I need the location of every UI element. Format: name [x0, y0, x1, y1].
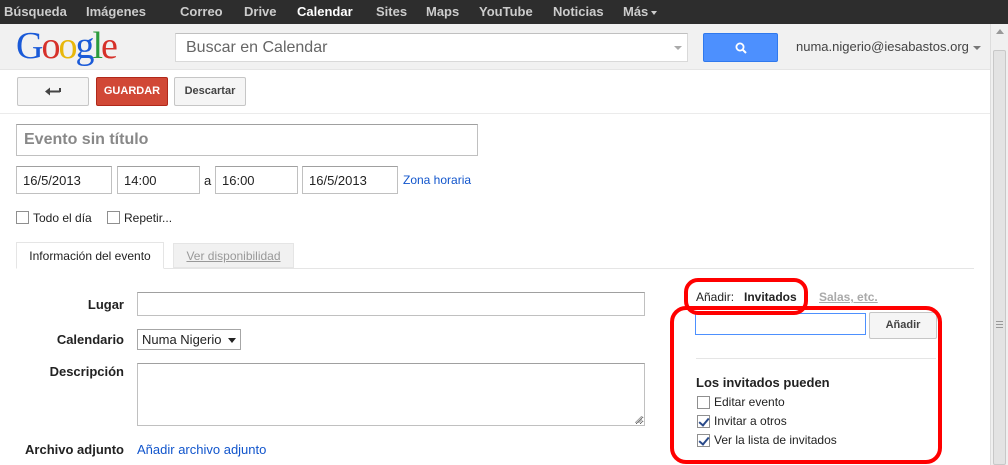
all-day-checkbox[interactable] [16, 211, 29, 224]
start-date-input[interactable] [17, 167, 111, 193]
grip-icon [996, 321, 1003, 328]
logo-letter: l [92, 25, 102, 67]
end-time-input[interactable] [216, 167, 297, 193]
calendar-select-value: Numa Nigerio [142, 332, 222, 347]
top-nav-bar: Búsqueda Imágenes Correo Drive Calendar … [0, 0, 1008, 24]
scrollbar-thumb[interactable] [993, 50, 1006, 465]
location-label: Lugar [87, 297, 124, 312]
logo-letter: o [41, 25, 60, 67]
toolbar: GUARDAR Descartar [0, 70, 990, 114]
invite-others-checkbox[interactable] [697, 415, 710, 428]
timezone-link[interactable]: Zona horaria [403, 173, 471, 187]
nav-item-mail[interactable]: Correo [180, 4, 223, 19]
view-guest-list-label: Ver la lista de invitados [714, 433, 837, 447]
arrow-left-icon [45, 87, 61, 96]
google-logo[interactable]: Google [16, 25, 118, 67]
guests-tab[interactable]: Invitados [744, 290, 797, 304]
nav-item-sites[interactable]: Sites [376, 4, 407, 19]
calendar-label: Calendario [56, 332, 124, 347]
logo-letter: e [101, 25, 118, 67]
view-guest-list-checkbox[interactable] [697, 434, 710, 447]
nav-item-news[interactable]: Noticias [553, 4, 604, 19]
add-guest-button[interactable]: Añadir [869, 312, 937, 339]
logo-letter: o [58, 25, 77, 67]
back-button[interactable] [17, 77, 89, 106]
event-title-input[interactable] [17, 125, 477, 155]
end-date-field [302, 166, 398, 194]
header: Google numa.nigerio@iesabastos.org [0, 24, 1008, 70]
account-email: numa.nigerio@iesabastos.org [796, 39, 969, 54]
end-time-field [215, 166, 298, 194]
add-label: Añadir: [696, 290, 735, 304]
chevron-down-icon[interactable] [674, 46, 682, 50]
description-field [137, 363, 645, 426]
repeat-label: Repetir... [124, 211, 173, 225]
nav-item-search[interactable]: Búsqueda [4, 4, 67, 19]
nav-item-drive[interactable]: Drive [244, 4, 277, 19]
nav-item-more[interactable]: Más [623, 4, 658, 19]
tab-event-info[interactable]: Información del evento [16, 242, 164, 269]
nav-item-maps[interactable]: Maps [426, 4, 459, 19]
start-time-input[interactable] [118, 167, 199, 193]
logo-letter: g [75, 25, 94, 67]
save-button[interactable]: GUARDAR [96, 77, 168, 106]
search-box [175, 33, 688, 62]
nav-item-images[interactable]: Imágenes [86, 4, 146, 19]
account-menu[interactable]: numa.nigerio@iesabastos.org [796, 39, 981, 54]
discard-button[interactable]: Descartar [174, 77, 246, 106]
calendar-select[interactable]: Numa Nigerio [137, 329, 241, 350]
logo-letter: G [16, 25, 43, 67]
rooms-tab[interactable]: Salas, etc. [819, 290, 878, 304]
end-date-input[interactable] [303, 167, 397, 193]
location-input[interactable] [138, 293, 644, 315]
tab-availability[interactable]: Ver disponibilidad [173, 243, 294, 268]
repeat-checkbox[interactable] [107, 211, 120, 224]
chevron-down-icon [651, 10, 658, 15]
attachment-label: Archivo adjunto [25, 442, 124, 457]
search-icon [735, 42, 747, 54]
guest-email-input[interactable] [696, 314, 865, 334]
to-label: a [204, 173, 212, 188]
location-field [137, 292, 645, 316]
edit-event-label: Editar evento [714, 395, 785, 409]
scroll-up-arrow-icon[interactable] [996, 29, 1004, 34]
start-time-field [117, 166, 200, 194]
chevron-down-icon [972, 45, 981, 50]
all-day-label: Todo el día [33, 211, 92, 225]
search-button[interactable] [703, 33, 778, 62]
vertical-scrollbar[interactable] [990, 24, 1008, 465]
description-label: Descripción [49, 364, 124, 379]
start-date-field [16, 166, 112, 194]
nav-item-youtube[interactable]: YouTube [479, 4, 533, 19]
description-textarea[interactable] [138, 364, 644, 425]
guest-email-field [695, 313, 866, 335]
invite-others-label: Invitar a otros [714, 414, 787, 428]
guest-permissions-title: Los invitados pueden [696, 375, 830, 390]
search-input[interactable] [176, 34, 656, 61]
edit-event-checkbox[interactable] [697, 396, 710, 409]
resize-grip-icon[interactable] [635, 416, 642, 423]
chevron-down-icon [228, 338, 236, 343]
panel-divider [696, 358, 936, 359]
add-attachment-link[interactable]: Añadir archivo adjunto [137, 442, 266, 457]
event-title-field [16, 124, 478, 156]
nav-item-calendar[interactable]: Calendar [297, 4, 353, 19]
nav-item-more-label: Más [623, 4, 649, 19]
